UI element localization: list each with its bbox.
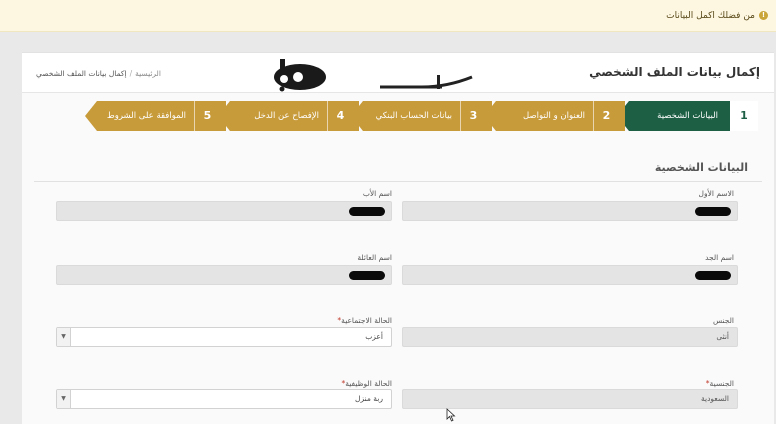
profile-card: إكمال بيانات الملف الشخصي الرئيسية/إكمال…	[22, 52, 774, 424]
breadcrumb: الرئيسية/إكمال بيانات الملف الشخصي	[36, 69, 161, 78]
father-name-field[interactable]	[56, 201, 392, 221]
chevron-down-icon[interactable]: ▼	[57, 328, 71, 346]
employment-status-value: ربة منزل	[355, 394, 383, 403]
gender-field[interactable]: أنثى	[402, 327, 738, 347]
marital-status-label-text: الحالة الاجتماعية	[341, 316, 392, 325]
page-title: إكمال بيانات الملف الشخصي	[589, 65, 760, 79]
alert-bar: ! من فضلك اكمل البيانات	[0, 0, 776, 32]
step-number: 3	[460, 101, 486, 131]
nationality-label: الجنسية*	[704, 379, 734, 388]
redaction-mark	[349, 207, 385, 216]
step-label: الإفصاح عن الدخل	[254, 111, 319, 121]
family-name-label: اسم العائلة	[357, 253, 392, 262]
first-name-field[interactable]	[402, 201, 738, 221]
warning-icon: !	[759, 11, 768, 20]
redaction-mark	[695, 207, 731, 216]
employment-status-label: الحالة الوظيفية*	[340, 379, 393, 388]
step-number: 1	[730, 101, 758, 131]
father-name-label: اسم الأب	[362, 189, 392, 198]
step-label: بيانات الحساب البنكي	[375, 111, 452, 121]
family-name-field[interactable]	[56, 265, 392, 285]
step-terms-agreement[interactable]: 5 الموافقة على الشروط	[85, 101, 226, 131]
step-number: 4	[327, 101, 353, 131]
divider	[34, 181, 762, 182]
step-bank-account[interactable]: 3 بيانات الحساب البنكي	[351, 101, 492, 131]
step-address-contact[interactable]: 2 العنوان و التواصل	[484, 101, 625, 131]
grandfather-name-label: اسم الجد	[705, 253, 734, 262]
step-label: البيانات الشخصية	[657, 111, 718, 121]
mouse-cursor-icon	[446, 408, 456, 422]
step-number: 5	[194, 101, 220, 131]
section-title: البيانات الشخصية	[654, 161, 748, 174]
step-label: الموافقة على الشروط	[106, 111, 186, 121]
watermark-logo	[272, 59, 502, 92]
marital-status-label: الحالة الاجتماعية*	[335, 316, 392, 325]
breadcrumb-home[interactable]: الرئيسية	[135, 69, 161, 78]
marital-status-select[interactable]: أعزب ▼	[56, 327, 392, 347]
nationality-field[interactable]: السعودية	[402, 389, 738, 409]
wizard-steps: 1 البيانات الشخصية 2 العنوان و التواصل 3…	[52, 101, 758, 131]
marital-status-value: أعزب	[365, 332, 383, 341]
grandfather-name-field[interactable]	[402, 265, 738, 285]
step-income-disclosure[interactable]: 4 الإفصاح عن الدخل	[218, 101, 359, 131]
employment-status-select[interactable]: ربة منزل ▼	[56, 389, 392, 409]
nationality-label-text: الجنسية	[709, 379, 734, 388]
redaction-mark	[695, 271, 731, 280]
redaction-mark	[349, 271, 385, 280]
gender-label: الجنس	[712, 316, 734, 325]
alert-text: من فضلك اكمل البيانات	[666, 10, 755, 21]
step-label: العنوان و التواصل	[522, 111, 585, 121]
breadcrumb-separator: /	[129, 69, 133, 78]
breadcrumb-current: إكمال بيانات الملف الشخصي	[36, 69, 127, 78]
employment-status-label-text: الحالة الوظيفية	[345, 379, 392, 388]
chevron-down-icon[interactable]: ▼	[57, 390, 71, 408]
first-name-label: الاسم الأول	[698, 189, 734, 198]
step-personal-data[interactable]: 1 البيانات الشخصية	[617, 101, 758, 131]
step-number: 2	[593, 101, 619, 131]
